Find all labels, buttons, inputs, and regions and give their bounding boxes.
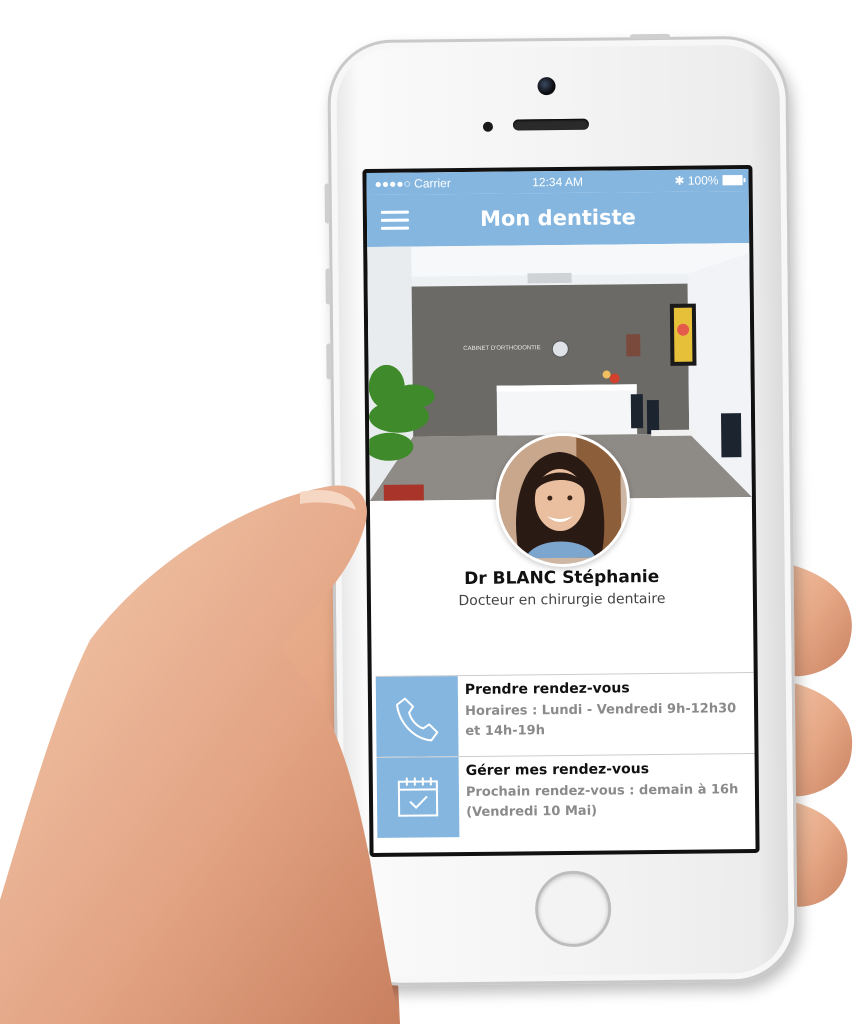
action-subtitle: Prochain rendez-vous : demain à 16h (Ven…	[465, 782, 739, 821]
phone-icon	[396, 697, 439, 742]
doctor-specialty: Docteur en chirurgie dentaire	[458, 590, 666, 610]
manage-appointments-row[interactable]: Gérer mes rendez-vous Prochain rendez-vo…	[376, 753, 756, 838]
clinic-sign: CABINET D'ORTHODONTIE	[463, 345, 540, 352]
nav-bar: Mon dentiste	[366, 191, 750, 248]
action-title: Prendre rendez-vous	[464, 680, 630, 699]
action-icon-box	[376, 757, 460, 838]
action-title: Gérer mes rendez-vous	[465, 761, 650, 780]
calendar-icon	[397, 777, 439, 817]
book-appointment-row[interactable]: Prendre rendez-vous Horaires : Lundi - V…	[375, 672, 755, 757]
page-title: Mon dentiste	[479, 205, 636, 231]
smartphone-frame: ●●●●○ Carrier 12:34 AM ✱ 100% Mon dentis…	[324, 33, 798, 987]
doctor-avatar	[495, 432, 631, 568]
action-icon-box	[375, 676, 459, 757]
silent-switch	[324, 183, 330, 224]
volume-up-button	[325, 268, 331, 305]
home-button[interactable]	[534, 870, 612, 948]
proximity-sensor	[482, 121, 494, 132]
doctor-name: Dr BLANC Stéphanie	[464, 566, 660, 590]
battery-label: ✱ 100%	[674, 173, 719, 188]
app-screen: ●●●●○ Carrier 12:34 AM ✱ 100% Mon dentis…	[366, 169, 756, 853]
front-camera	[537, 77, 556, 96]
earpiece-speaker	[512, 118, 590, 131]
action-subtitle: Horaires : Lundi - Vendredi 9h-12h30 et …	[465, 701, 737, 740]
battery-icon	[722, 175, 743, 186]
volume-down-button	[326, 343, 332, 380]
power-button	[630, 33, 671, 40]
phone-screen: ●●●●○ Carrier 12:34 AM ✱ 100% Mon dentis…	[362, 164, 760, 858]
